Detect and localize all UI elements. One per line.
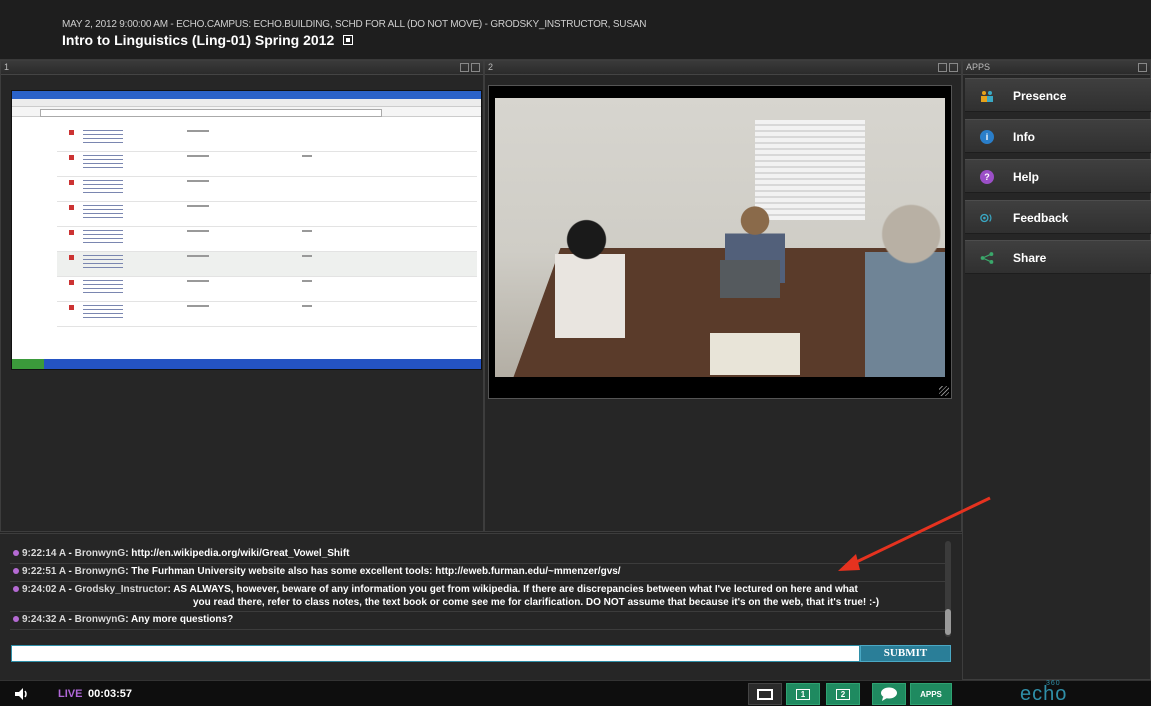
apps-panel-label: APPS <box>966 62 991 72</box>
chat-separator <box>10 611 945 612</box>
captured-row <box>57 177 477 202</box>
chat-user: BronwynG <box>74 566 126 577</box>
app-help-label: Help <box>1013 170 1040 184</box>
apps-panel-maximize-icon[interactable] <box>1138 63 1147 72</box>
captured-window-addressbar <box>12 107 481 117</box>
layout-icon <box>757 688 773 700</box>
view-two-label: 2 <box>836 688 850 700</box>
captured-start-button <box>12 359 44 369</box>
chat-toggle-button[interactable] <box>872 683 906 705</box>
chat-time: 9:24:32 A <box>22 614 66 625</box>
lecture-header: MAY 2, 2012 9:00:00 AM - ECHO.CAMPUS: EC… <box>0 0 1151 60</box>
user-presence-icon <box>13 568 19 574</box>
video-laptop <box>720 260 780 298</box>
app-feedback-label: Feedback <box>1013 211 1069 225</box>
video-person-left <box>555 218 625 338</box>
chat-time: 9:24:02 A <box>22 584 66 595</box>
chat-time: 9:22:14 A <box>22 548 66 559</box>
video-paper <box>710 333 800 375</box>
apps-panel-bar: APPS <box>963 61 1150 75</box>
chat-message: 9:24:32 A - BronwynG: Any more questions… <box>13 614 233 626</box>
chat-separator <box>10 629 945 630</box>
submit-button[interactable]: SUBMIT <box>860 645 951 662</box>
player-bottom-bar: LIVE 00:03:57 <box>0 680 1151 706</box>
view-two-button[interactable]: 2 <box>826 683 860 705</box>
panel-2-close-icon[interactable] <box>949 63 958 72</box>
chat-time: 9:22:51 A <box>22 566 66 577</box>
app-presence-label: Presence <box>1013 89 1067 103</box>
panel-1-maximize-icon[interactable] <box>460 63 469 72</box>
captured-taskbar <box>12 359 481 369</box>
live-label: LIVE <box>58 688 83 700</box>
chat-text: AS ALWAYS, however, beware of any inform… <box>173 584 858 595</box>
chat-message-continuation: you read there, refer to class notes, th… <box>193 597 880 608</box>
captured-list <box>57 127 477 352</box>
app-feedback[interactable]: Feedback <box>965 200 1151 234</box>
chat-user: BronwynG <box>74 614 126 625</box>
chat-separator <box>10 563 945 564</box>
captured-window-titlebar <box>12 91 481 99</box>
chat-input[interactable] <box>11 645 860 662</box>
panel-2-bar: 2 <box>485 61 961 75</box>
lecture-meta: MAY 2, 2012 9:00:00 AM - ECHO.CAMPUS: EC… <box>62 19 647 30</box>
captured-row <box>57 152 477 177</box>
panel-2-label: 2 <box>488 62 494 72</box>
elapsed-time: 00:03:57 <box>88 688 133 700</box>
view-one-button[interactable]: 1 <box>786 683 820 705</box>
user-presence-icon <box>13 550 19 556</box>
captured-row <box>57 227 477 252</box>
chat-user: BronwynG <box>74 548 126 559</box>
captured-row <box>57 252 477 277</box>
external-link-icon[interactable] <box>343 35 354 45</box>
video-resize-handle[interactable] <box>939 386 949 396</box>
app-info-label: Info <box>1013 130 1035 144</box>
app-share[interactable]: Share <box>965 240 1151 274</box>
layout-toggle-button[interactable] <box>748 683 782 705</box>
captured-window-menubar <box>12 99 481 107</box>
chat-bubble-icon <box>881 687 897 701</box>
user-presence-icon <box>13 616 19 622</box>
echo-logo: echo 360 <box>1020 680 1067 706</box>
annotation-arrow <box>838 496 991 571</box>
speaker-icon[interactable] <box>14 687 30 701</box>
video-frame <box>495 98 945 377</box>
chat-text: Any more questions? <box>130 614 234 625</box>
screen-capture[interactable] <box>11 90 482 370</box>
app-share-label: Share <box>1013 251 1047 265</box>
chat-scrollbar-thumb[interactable] <box>945 609 951 635</box>
apps-panel: APPS <box>962 60 1151 680</box>
chat-user: Grodsky_Instructor <box>74 584 168 595</box>
video-feed[interactable] <box>488 85 952 399</box>
view-one-label: 1 <box>796 688 810 700</box>
panel-1-bar: 1 <box>1 61 483 75</box>
info-icon: i <box>980 130 994 144</box>
share-icon <box>980 251 994 265</box>
app-presence[interactable]: Presence <box>965 78 1151 112</box>
chat-message: 9:24:02 A - Grodsky_Instructor: AS ALWAY… <box>13 584 858 596</box>
panel-1-close-icon[interactable] <box>471 63 480 72</box>
panel-2-maximize-icon[interactable] <box>938 63 947 72</box>
apps-button[interactable]: APPS <box>910 683 952 705</box>
lecture-title-text: Intro to Linguistics (Ling-01) Spring 20… <box>62 32 335 48</box>
video-person-right <box>865 198 945 377</box>
captured-row <box>57 127 477 152</box>
help-icon: ? <box>980 170 994 184</box>
user-presence-icon <box>13 586 19 592</box>
chat-message: 9:22:51 A - BronwynG: The Furhman Univer… <box>13 566 621 578</box>
echo-logo-sup: 360 <box>1046 680 1061 687</box>
presence-icon <box>980 89 994 103</box>
captured-row <box>57 202 477 227</box>
chat-text[interactable]: http://en.wikipedia.org/wiki/Great_Vowel… <box>131 548 349 559</box>
chat-separator <box>10 581 945 582</box>
lecture-title: Intro to Linguistics (Ling-01) Spring 20… <box>62 32 354 48</box>
chat-text[interactable]: The Furhman University website also has … <box>131 566 620 577</box>
captured-row <box>57 277 477 302</box>
captured-row <box>57 302 477 327</box>
panel-1-label: 1 <box>4 62 10 72</box>
feedback-icon <box>980 211 994 225</box>
chat-message: 9:22:14 A - BronwynG: http://en.wikipedi… <box>13 548 349 560</box>
app-info[interactable]: i Info <box>965 119 1151 153</box>
app-help[interactable]: ? Help <box>965 159 1151 193</box>
